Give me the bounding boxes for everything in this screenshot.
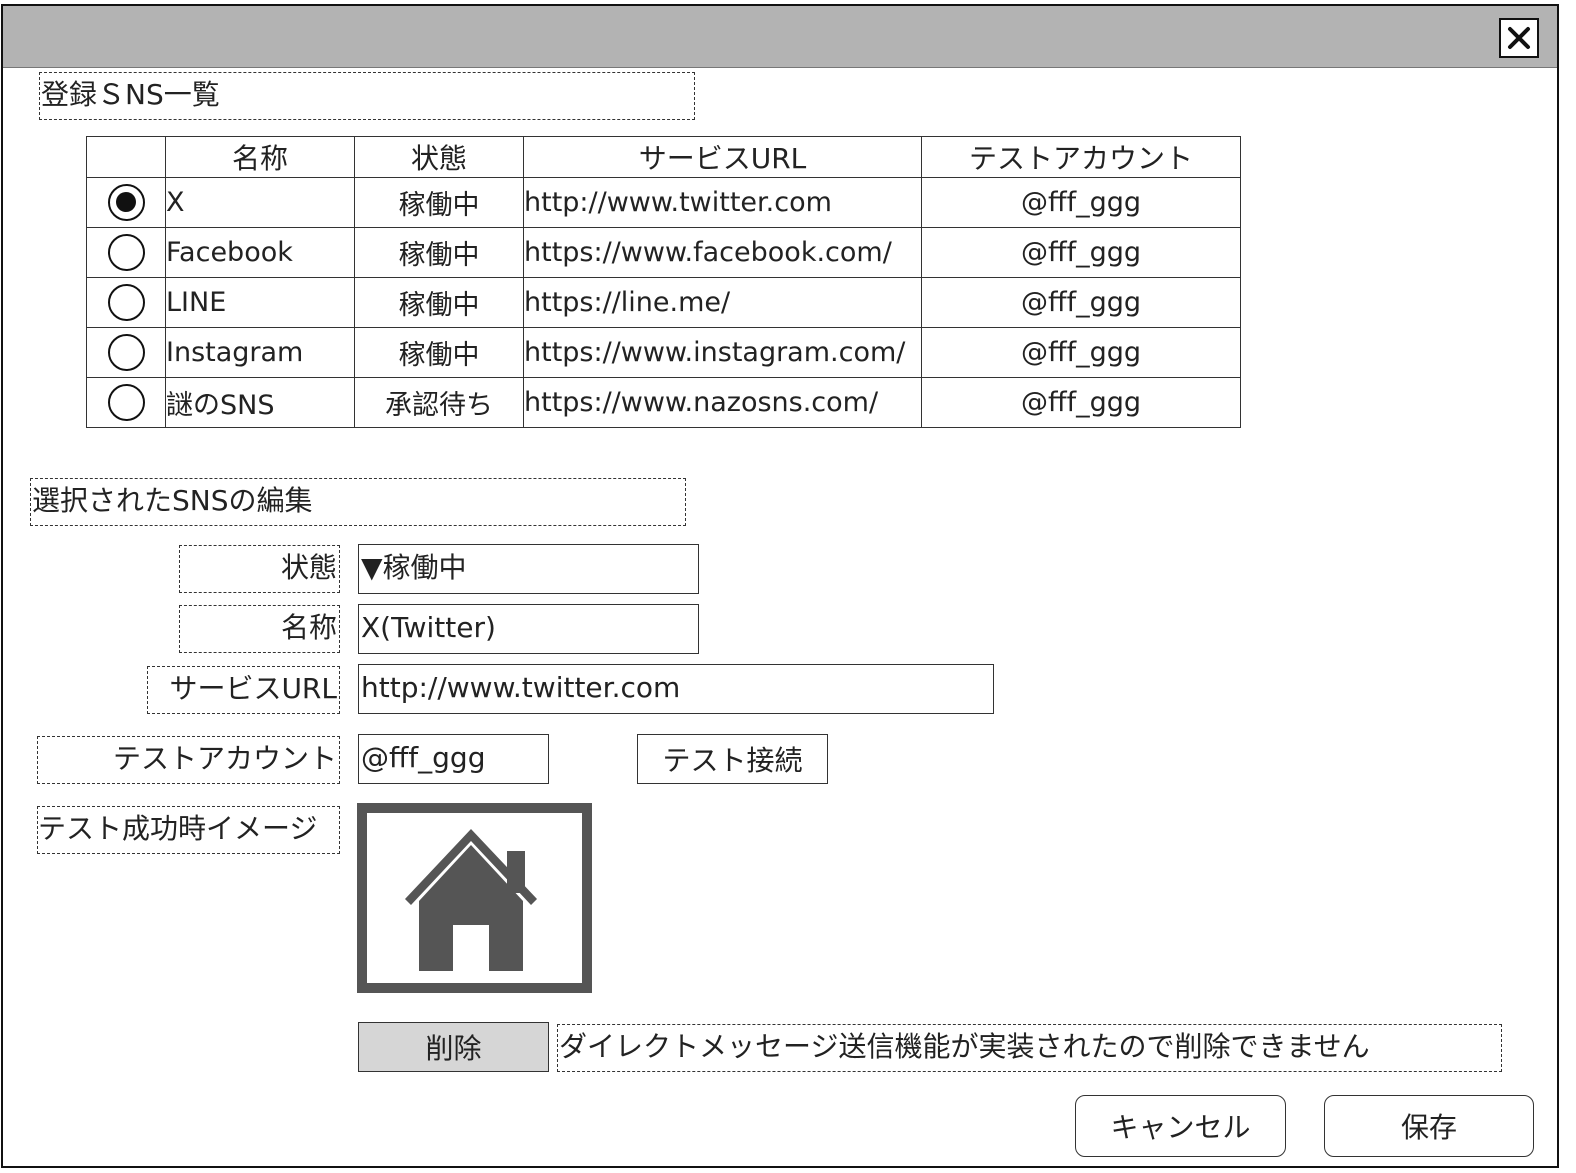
table-row[interactable]: X 稼働中 http://www.twitter.com @fff_ggg <box>86 177 1241 228</box>
cancel-button[interactable]: キャンセル <box>1075 1095 1286 1157</box>
title-bar <box>3 6 1557 68</box>
row-name: Instagram <box>165 327 355 378</box>
account-input[interactable]: @fff_ggg <box>358 734 549 784</box>
row-status: 稼働中 <box>354 177 524 228</box>
row-name: X <box>165 177 355 228</box>
col-header-account: テストアカウント <box>921 136 1241 178</box>
row-account: @fff_ggg <box>921 177 1241 228</box>
row-select-radio[interactable] <box>107 284 145 321</box>
row-account: @fff_ggg <box>921 377 1241 428</box>
row-select-radio[interactable] <box>107 384 145 421</box>
row-name: LINE <box>165 277 355 328</box>
table-row[interactable]: LINE 稼働中 https://line.me/ @fff_ggg <box>86 277 1241 328</box>
row-name: 謎のSNS <box>165 377 355 428</box>
row-account: @fff_ggg <box>921 277 1241 328</box>
row-url: https://www.nazosns.com/ <box>523 377 922 428</box>
url-input[interactable]: http://www.twitter.com <box>358 664 994 714</box>
test-image-placeholder <box>357 803 592 993</box>
name-input[interactable]: X(Twitter) <box>358 604 699 654</box>
col-header-status: 状態 <box>354 136 524 178</box>
table-header-row: 名称 状態 サービスURL テストアカウント <box>86 136 1241 178</box>
col-header-select <box>86 136 166 178</box>
row-url: https://www.facebook.com/ <box>523 227 922 278</box>
test-connection-button[interactable]: テスト接続 <box>637 734 828 784</box>
table-row[interactable]: Facebook 稼働中 https://www.facebook.com/ @… <box>86 227 1241 278</box>
row-account: @fff_ggg <box>921 227 1241 278</box>
table-row[interactable]: Instagram 稼働中 https://www.instagram.com/… <box>86 327 1241 378</box>
name-label: 名称 <box>179 605 340 653</box>
row-url: https://www.instagram.com/ <box>523 327 922 378</box>
edit-heading: 選択されたSNSの編集 <box>30 478 686 526</box>
row-select-radio[interactable] <box>107 234 145 271</box>
url-label: サービスURL <box>147 666 340 714</box>
home-icon <box>405 829 537 971</box>
account-label: テストアカウント <box>37 736 340 784</box>
save-button[interactable]: 保存 <box>1324 1095 1534 1157</box>
registered-heading: 登録ＳNS一覧 <box>39 72 695 120</box>
row-status: 稼働中 <box>354 327 524 378</box>
sns-table: 名称 状態 サービスURL テストアカウント X 稼働中 http://www.… <box>86 136 1241 428</box>
col-header-url: サービスURL <box>523 136 922 178</box>
table-row[interactable]: 謎のSNS 承認待ち https://www.nazosns.com/ @fff… <box>86 377 1241 428</box>
row-select-radio[interactable] <box>107 334 145 371</box>
row-status: 稼働中 <box>354 277 524 328</box>
col-header-name: 名称 <box>165 136 355 178</box>
row-select-radio[interactable] <box>107 184 145 221</box>
row-status: 稼働中 <box>354 227 524 278</box>
status-select[interactable]: ▼稼働中 <box>358 544 699 594</box>
row-url: http://www.twitter.com <box>523 177 922 228</box>
status-label: 状態 <box>179 545 340 593</box>
row-name: Facebook <box>165 227 355 278</box>
test-image-label: テスト成功時イメージ <box>37 806 340 854</box>
delete-button[interactable]: 削除 <box>358 1022 549 1072</box>
close-icon <box>1508 27 1530 49</box>
row-url: https://line.me/ <box>523 277 922 328</box>
row-account: @fff_ggg <box>921 327 1241 378</box>
row-status: 承認待ち <box>354 377 524 428</box>
delete-note: ダイレクトメッセージ送信機能が実装されたので削除できません <box>557 1024 1502 1072</box>
close-button[interactable] <box>1499 18 1539 58</box>
